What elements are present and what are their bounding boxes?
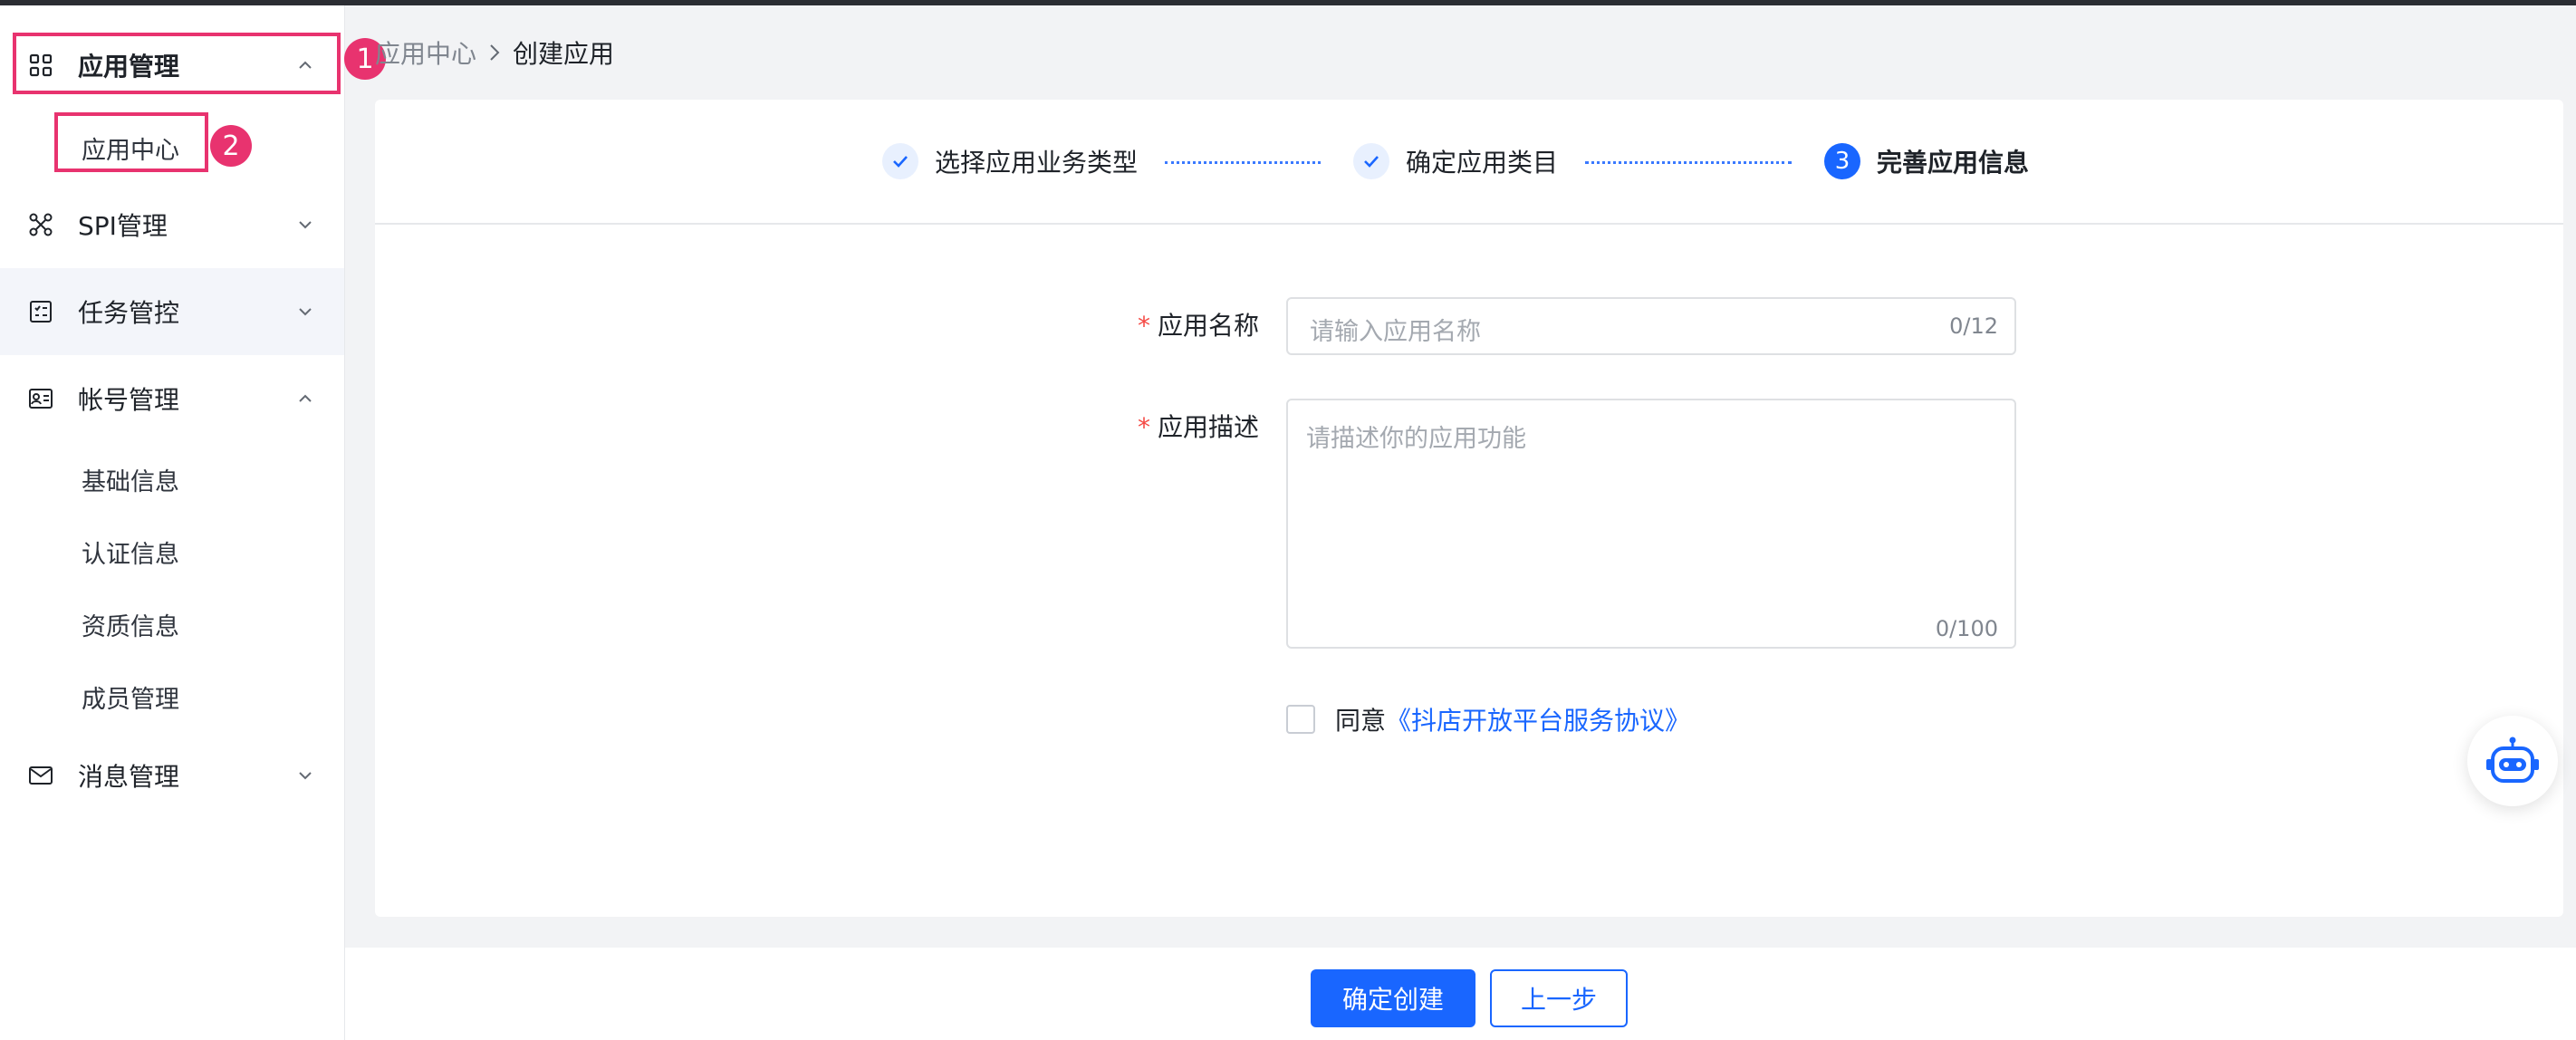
- app-name-placeholder: 请输入应用名称: [1310, 318, 1481, 346]
- id-card-icon: [27, 385, 54, 412]
- app-desc-label: * 应用描述: [1024, 408, 1259, 444]
- sidebar-item-account-management[interactable]: 帐号管理: [0, 355, 344, 442]
- app-name-counter: 0/12: [1949, 313, 1998, 339]
- sidebar-subitem-members[interactable]: 成员管理: [82, 679, 179, 715]
- step-label: 确定应用类目: [1406, 148, 1559, 178]
- app-desc-counter: 0/100: [1935, 616, 1998, 641]
- sidebar-subitem-certification[interactable]: 认证信息: [82, 534, 179, 570]
- spi-nodes-icon: [27, 211, 54, 238]
- sidebar-subitem-qualification[interactable]: 资质信息: [82, 607, 179, 642]
- app-name-input[interactable]: 请输入应用名称 0/12: [1286, 297, 2016, 355]
- check-icon: [882, 143, 918, 179]
- step-connector: [1165, 161, 1321, 164]
- chevron-right-icon: [489, 43, 500, 62]
- previous-step-button[interactable]: 上一步: [1490, 969, 1628, 1027]
- step-1: 选择应用业务类型: [882, 141, 1138, 181]
- breadcrumb-parent-link[interactable]: 应用中心: [375, 34, 476, 71]
- step-label: 选择应用业务类型: [935, 148, 1139, 178]
- check-icon: [1353, 143, 1389, 179]
- agreement-checkbox[interactable]: [1286, 705, 1315, 734]
- confirm-create-button[interactable]: 确定创建: [1311, 969, 1475, 1027]
- step-number: 3: [1824, 143, 1860, 179]
- sidebar-item-spi[interactable]: SPI管理: [0, 181, 344, 268]
- highlight-box-app-management: [13, 33, 341, 94]
- sidebar-item-label: 任务管控: [78, 298, 180, 328]
- chevron-up-icon: [297, 390, 313, 407]
- app-desc-textarea[interactable]: 请描述你的应用功能 0/100: [1286, 399, 2016, 649]
- required-mark: *: [1137, 412, 1150, 442]
- required-mark: *: [1137, 311, 1150, 341]
- mail-icon: [27, 762, 54, 789]
- breadcrumb-current: 创建应用: [513, 39, 615, 69]
- sidebar-item-message-management[interactable]: 消息管理: [0, 732, 344, 819]
- step-2: 确定应用类目: [1353, 141, 1558, 181]
- sidebar-item-task-control[interactable]: 任务管控: [0, 268, 344, 355]
- app-name-label: * 应用名称: [1024, 306, 1259, 342]
- field-label-text: 应用描述: [1157, 412, 1259, 442]
- chevron-down-icon: [297, 767, 313, 784]
- step-label: 完善应用信息: [1877, 148, 2030, 178]
- robot-icon[interactable]: [2467, 716, 2558, 806]
- step-3: 3 完善应用信息: [1824, 141, 2029, 181]
- agreement-row: 同意 《抖店开放平台服务协议》: [1286, 701, 1690, 737]
- agreement-link[interactable]: 《抖店开放平台服务协议》: [1386, 701, 1690, 737]
- sidebar-subitem-basic-info[interactable]: 基础信息: [82, 462, 179, 497]
- agreement-prefix: 同意: [1335, 706, 1387, 736]
- sidebar-item-label: 消息管理: [78, 762, 180, 792]
- sidebar-item-label: 帐号管理: [78, 385, 180, 415]
- field-label-text: 应用名称: [1157, 311, 1259, 341]
- create-app-card: 选择应用业务类型 确定应用类目 3 完善应用信息 * 应用名称 请输入应用名称 0…: [375, 100, 2563, 917]
- top-bar: [0, 0, 2576, 5]
- footer-actions: 确定创建 上一步: [345, 948, 2576, 1040]
- step-connector: [1585, 161, 1792, 164]
- app-desc-placeholder: 请描述你的应用功能: [1306, 425, 1526, 453]
- breadcrumb: 应用中心 创建应用: [375, 34, 614, 71]
- chevron-down-icon: [297, 217, 313, 233]
- task-list-icon: [27, 298, 54, 325]
- highlight-box-app-center: [54, 112, 208, 172]
- steps-divider: [375, 223, 2563, 225]
- annotation-badge-2: 2: [210, 125, 252, 167]
- sidebar-item-label: SPI管理: [78, 211, 168, 241]
- chevron-down-icon: [297, 303, 313, 320]
